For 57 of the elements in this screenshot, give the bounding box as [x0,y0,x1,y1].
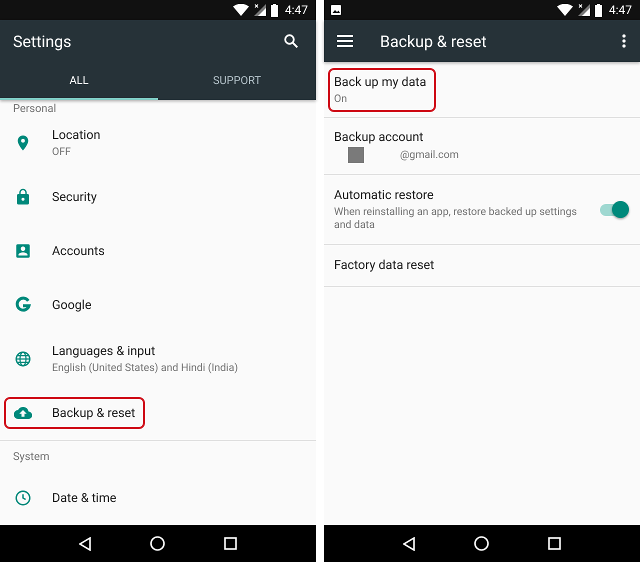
section-header: Personal [13,102,56,115]
menu-icon[interactable] [337,35,353,47]
battery-icon [594,4,602,16]
list-item[interactable]: Google [4,289,102,321]
lock-icon [14,188,32,206]
item-title: Backup account [334,130,424,144]
image-notification-icon [330,4,342,16]
g-logo-icon [14,296,32,314]
recents-icon[interactable] [224,537,237,550]
item-subtitle: On [334,92,348,104]
item-subtitle: When reinstalling an app, restore backed up settings and data [334,205,578,231]
cell-signal-icon [254,4,266,16]
item-title: Backup & reset [52,406,136,420]
item-title: Location [52,128,100,143]
toggle-switch[interactable] [600,204,626,216]
app-title: Backup & reset [380,32,487,50]
list-item[interactable]: Backup account @gmail.com [328,122,469,170]
back-icon[interactable] [79,536,92,550]
list-item[interactable]: Security [4,181,107,213]
battery-icon [270,4,278,16]
list-item[interactable]: Languages & input English (United States) and Hindi (India) [4,337,248,381]
wifi-icon [232,4,249,16]
list-item[interactable]: Location OFF [4,121,110,165]
globe-icon [14,350,32,368]
list-item[interactable]: Automatic restore When reinstalling an app, restore backed up settings and data [328,181,594,238]
item-title: Back up my data [334,74,426,90]
tab[interactable]: SUPPORT [158,62,316,100]
status-time: 4:47 [608,3,632,17]
item-title: Security [52,190,97,204]
list-item[interactable]: Accounts [4,235,115,267]
redacted-block [348,146,364,162]
cell-signal-icon [578,4,590,16]
tab[interactable]: ALL [0,62,158,100]
more-options-icon[interactable] [622,34,626,48]
cloud-upload-icon [14,404,32,422]
item-title: Google [52,298,92,312]
recents-icon[interactable] [548,537,561,550]
list-item[interactable]: Factory data reset [328,251,444,280]
item-title: Factory data reset [334,258,434,273]
item-title: Automatic restore [334,188,435,203]
item-title: Languages & input [52,344,156,359]
account-email: @gmail.com [400,148,459,161]
list-item[interactable]: Date & time [4,482,126,514]
item-subtitle: OFF [52,145,72,158]
home-icon[interactable] [474,536,489,551]
home-icon[interactable] [150,536,165,551]
wifi-icon [556,4,573,16]
item-title: Date & time [52,490,116,506]
account-card-icon [14,242,32,260]
clock-icon [14,489,32,507]
section-header: System [13,450,50,462]
item-title: Accounts [52,244,105,258]
item-subtitle: English (United States) and Hindi (India) [52,361,238,374]
app-title: Settings [13,32,72,50]
status-time: 4:47 [284,3,308,17]
search-icon[interactable] [284,34,298,48]
back-icon[interactable] [403,536,416,550]
